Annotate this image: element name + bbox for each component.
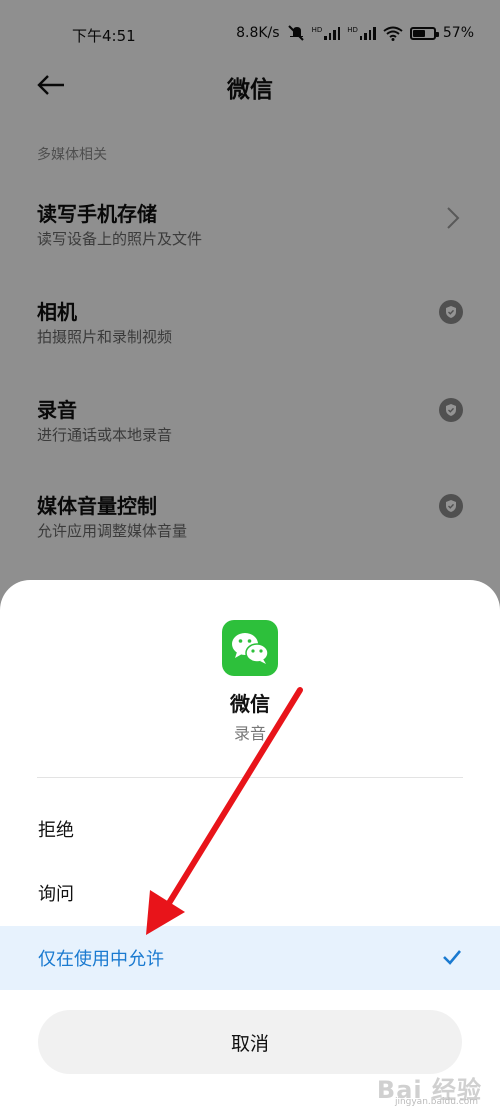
option-allow-while-using[interactable]: 仅在使用中允许 (0, 926, 500, 990)
divider (37, 777, 463, 778)
option-label: 询问 (38, 884, 74, 905)
option-deny[interactable]: 拒绝 (0, 797, 500, 861)
dialog-app-name: 微信 (230, 692, 270, 716)
option-label: 拒绝 (38, 820, 74, 841)
watermark: Bai 经验 jingyan.baidu.com (377, 1070, 482, 1107)
wechat-icon (222, 620, 278, 676)
option-ask[interactable]: 询问 (0, 861, 500, 925)
option-label: 仅在使用中允许 (38, 949, 164, 970)
dialog-permission-name: 录音 (233, 724, 266, 743)
watermark-url: jingyan.baidu.com (394, 1097, 478, 1107)
checkmark-icon (443, 950, 461, 965)
permission-dialog: 微信 录音 拒绝 询问 仅在使用中允许 取消 (0, 580, 500, 1111)
cancel-button[interactable]: 取消 (38, 1010, 462, 1074)
